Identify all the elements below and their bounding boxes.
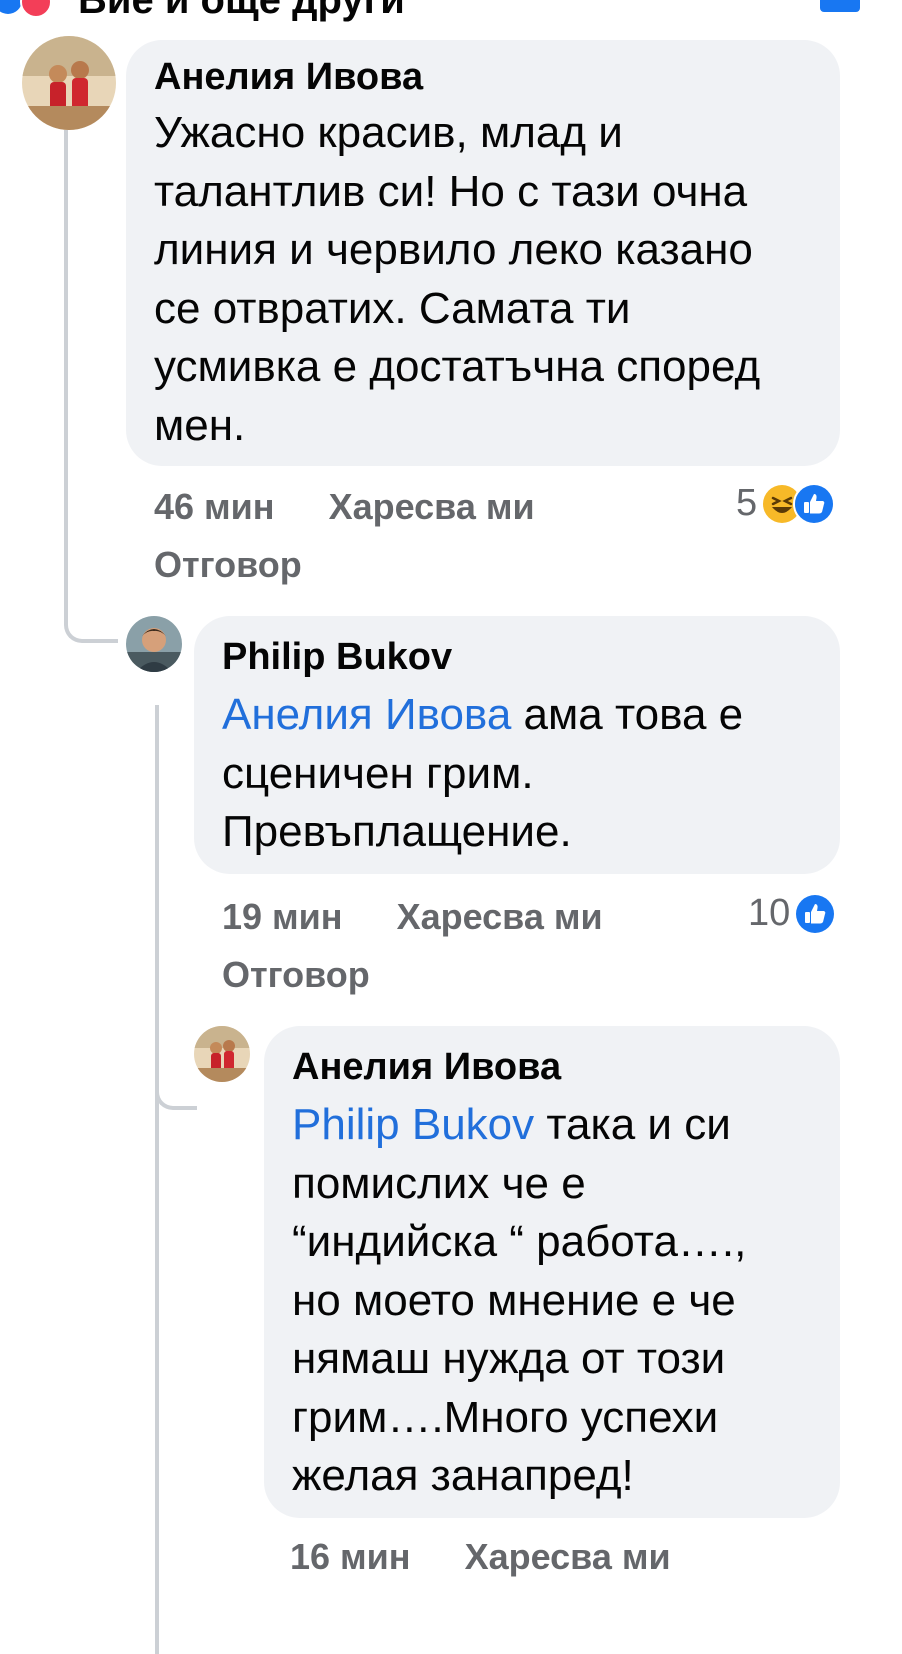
reaction-summary[interactable]: 5 <box>736 482 836 525</box>
love-reaction-icon <box>20 0 52 18</box>
comment-bubble[interactable]: Анелия Ивова Philip Bukov така и си поми… <box>264 1026 840 1518</box>
like-button[interactable]: Харесва ми <box>397 896 603 938</box>
avatar[interactable] <box>126 616 182 672</box>
comment-bubble[interactable]: Анелия Ивова Ужасно красив, млад и талан… <box>126 40 840 466</box>
reaction-count: 10 <box>748 892 791 934</box>
comment-author[interactable]: Philip Bukov <box>222 634 840 680</box>
thread-connector <box>155 1060 197 1110</box>
like-reaction-icon <box>793 482 836 525</box>
reactions-summary-header[interactable]: Вие и още други <box>0 0 902 30</box>
reply-button[interactable]: Отговор <box>154 544 302 586</box>
comment-time[interactable]: 19 мин <box>222 896 343 938</box>
comment-meta: 16 мин Харесва ми <box>290 1536 671 1578</box>
comment-text: Philip Bukov така и си помислих че е “ин… <box>292 1100 747 1500</box>
reactions-summary-text[interactable]: Вие и още други <box>78 0 405 23</box>
comment-text: Анелия Ивова ама това е сценичен грим. П… <box>222 690 744 856</box>
comment-text: Ужасно красив, млад и талантлив си! Но с… <box>154 108 761 450</box>
comment-author[interactable]: Анелия Ивова <box>292 1044 840 1090</box>
comment-time[interactable]: 46 мин <box>154 486 275 528</box>
reaction-count: 5 <box>736 482 758 524</box>
like-reaction-icon <box>794 892 837 935</box>
comment-time[interactable]: 16 мин <box>290 1536 411 1578</box>
share-icon[interactable] <box>820 0 860 12</box>
like-button[interactable]: Харесва ми <box>465 1536 671 1578</box>
comment-author[interactable]: Анелия Ивова <box>154 54 840 100</box>
like-reaction-icon <box>0 0 22 14</box>
like-button[interactable]: Харесва ми <box>329 486 535 528</box>
mention-link[interactable]: Анелия Ивова <box>222 690 511 739</box>
thread-line <box>64 130 68 600</box>
thread-line <box>155 705 159 1654</box>
reaction-summary[interactable]: 10 <box>748 892 837 935</box>
reaction-icons <box>0 0 64 18</box>
comment-meta: 46 мин Харесва ми <box>154 486 535 528</box>
comment-meta: 19 мин Харесва ми <box>222 896 603 938</box>
reply-button[interactable]: Отговор <box>222 954 370 996</box>
avatar[interactable] <box>22 36 116 130</box>
thread-connector <box>64 595 118 643</box>
comment-bubble[interactable]: Philip Bukov Анелия Ивова ама това е сце… <box>194 616 840 874</box>
mention-link[interactable]: Philip Bukov <box>292 1100 534 1149</box>
avatar[interactable] <box>194 1026 250 1082</box>
